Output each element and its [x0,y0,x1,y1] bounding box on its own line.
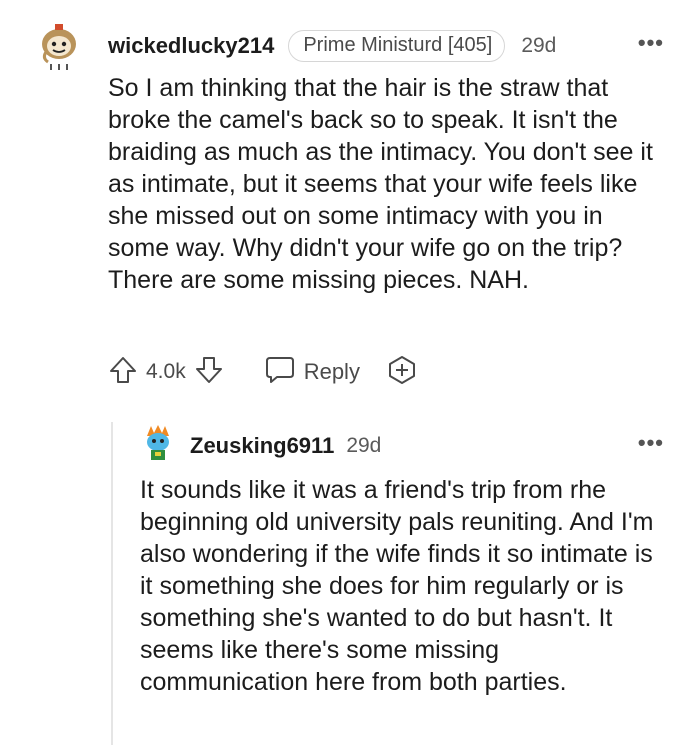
comment-meta: Zeusking6911 29d [190,428,381,464]
reply-label: Reply [303,359,360,384]
comment-body: It sounds like it was a friend's trip fr… [140,476,654,696]
reply-button[interactable]: Reply [264,355,360,390]
comment-meta: wickedlucky214 Prime Ministurd [405] 29d [108,28,556,64]
user-avatar-icon[interactable] [143,424,173,464]
user-flair: Prime Ministurd [405] [288,30,506,62]
comment-actions: 4.0k Reply [108,354,418,390]
username-link[interactable]: Zeusking6911 [190,433,334,459]
user-avatar-icon[interactable] [38,22,80,74]
thread-line[interactable] [111,422,113,745]
timestamp[interactable]: 29d [521,34,556,58]
timestamp[interactable]: 29d [346,434,381,458]
vote-count: 4.0k [146,360,186,383]
award-button[interactable] [386,354,418,391]
reply-icon [264,355,296,390]
more-options-icon[interactable]: ••• [638,430,664,456]
downvote-icon[interactable] [194,355,224,390]
username-link[interactable]: wickedlucky214 [108,33,274,59]
award-icon [386,354,418,391]
upvote-icon[interactable] [108,355,138,390]
comment-body: So I am thinking that the hair is the st… [108,74,653,294]
more-options-icon[interactable]: ••• [638,30,664,56]
